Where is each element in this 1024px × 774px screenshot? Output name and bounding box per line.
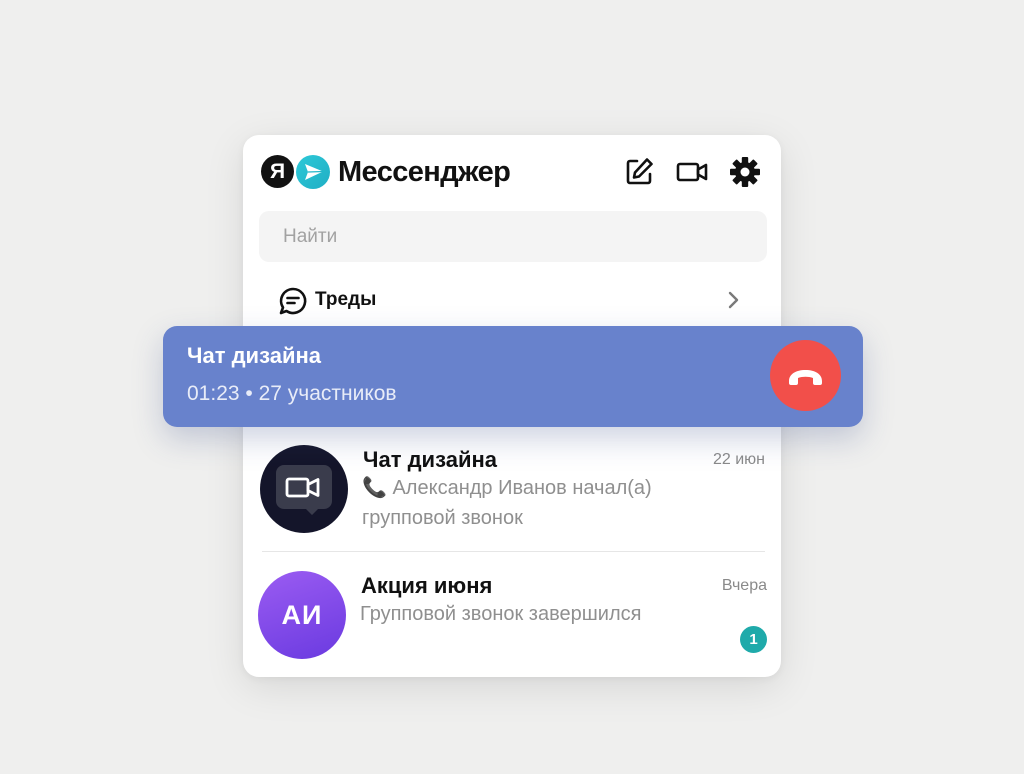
video-call-icon [276,465,332,515]
search-input[interactable] [259,211,767,262]
threads-label: Треды [315,289,377,310]
chat-preview: Групповой звонок завершился [360,603,642,625]
avatar: АИ [258,571,346,659]
chat-name: Чат дизайна [363,447,497,472]
chat-date: Вчера [721,577,767,594]
active-call-banner[interactable]: Чат дизайна 01:23 • 27 участников [163,326,863,427]
yandex-logo: Я [261,155,294,188]
chat-name: Акция июня [361,573,493,598]
video-call-icon[interactable] [675,155,709,189]
chat-preview: 📞 Александр Иванов начал(а) [362,477,652,499]
chat-item[interactable]: АИ Акция июня Вчера Групповой звонок зав… [243,563,781,673]
compose-icon[interactable] [622,155,656,189]
unread-badge: 1 [740,626,767,653]
call-title: Чат дизайна [187,343,321,368]
chat-preview-continued: групповой звонок [362,507,523,529]
chat-item[interactable]: Чат дизайна 22 июн 📞 Александр Иванов на… [243,435,781,545]
messenger-logo-icon [296,155,330,189]
threads-icon [278,286,308,316]
header: Я Мессенджер [243,135,781,207]
chat-date: 22 июн [712,451,765,468]
divider [262,551,765,552]
gear-icon[interactable] [728,155,762,189]
app-title: Мессенджер [338,156,511,188]
chevron-right-icon [723,290,743,310]
call-status: 01:23 • 27 участников [187,382,397,405]
hangup-button[interactable] [770,340,841,411]
phone-hangup-icon [789,370,822,385]
threads-row[interactable]: Треды [243,275,781,325]
avatar [260,445,348,533]
